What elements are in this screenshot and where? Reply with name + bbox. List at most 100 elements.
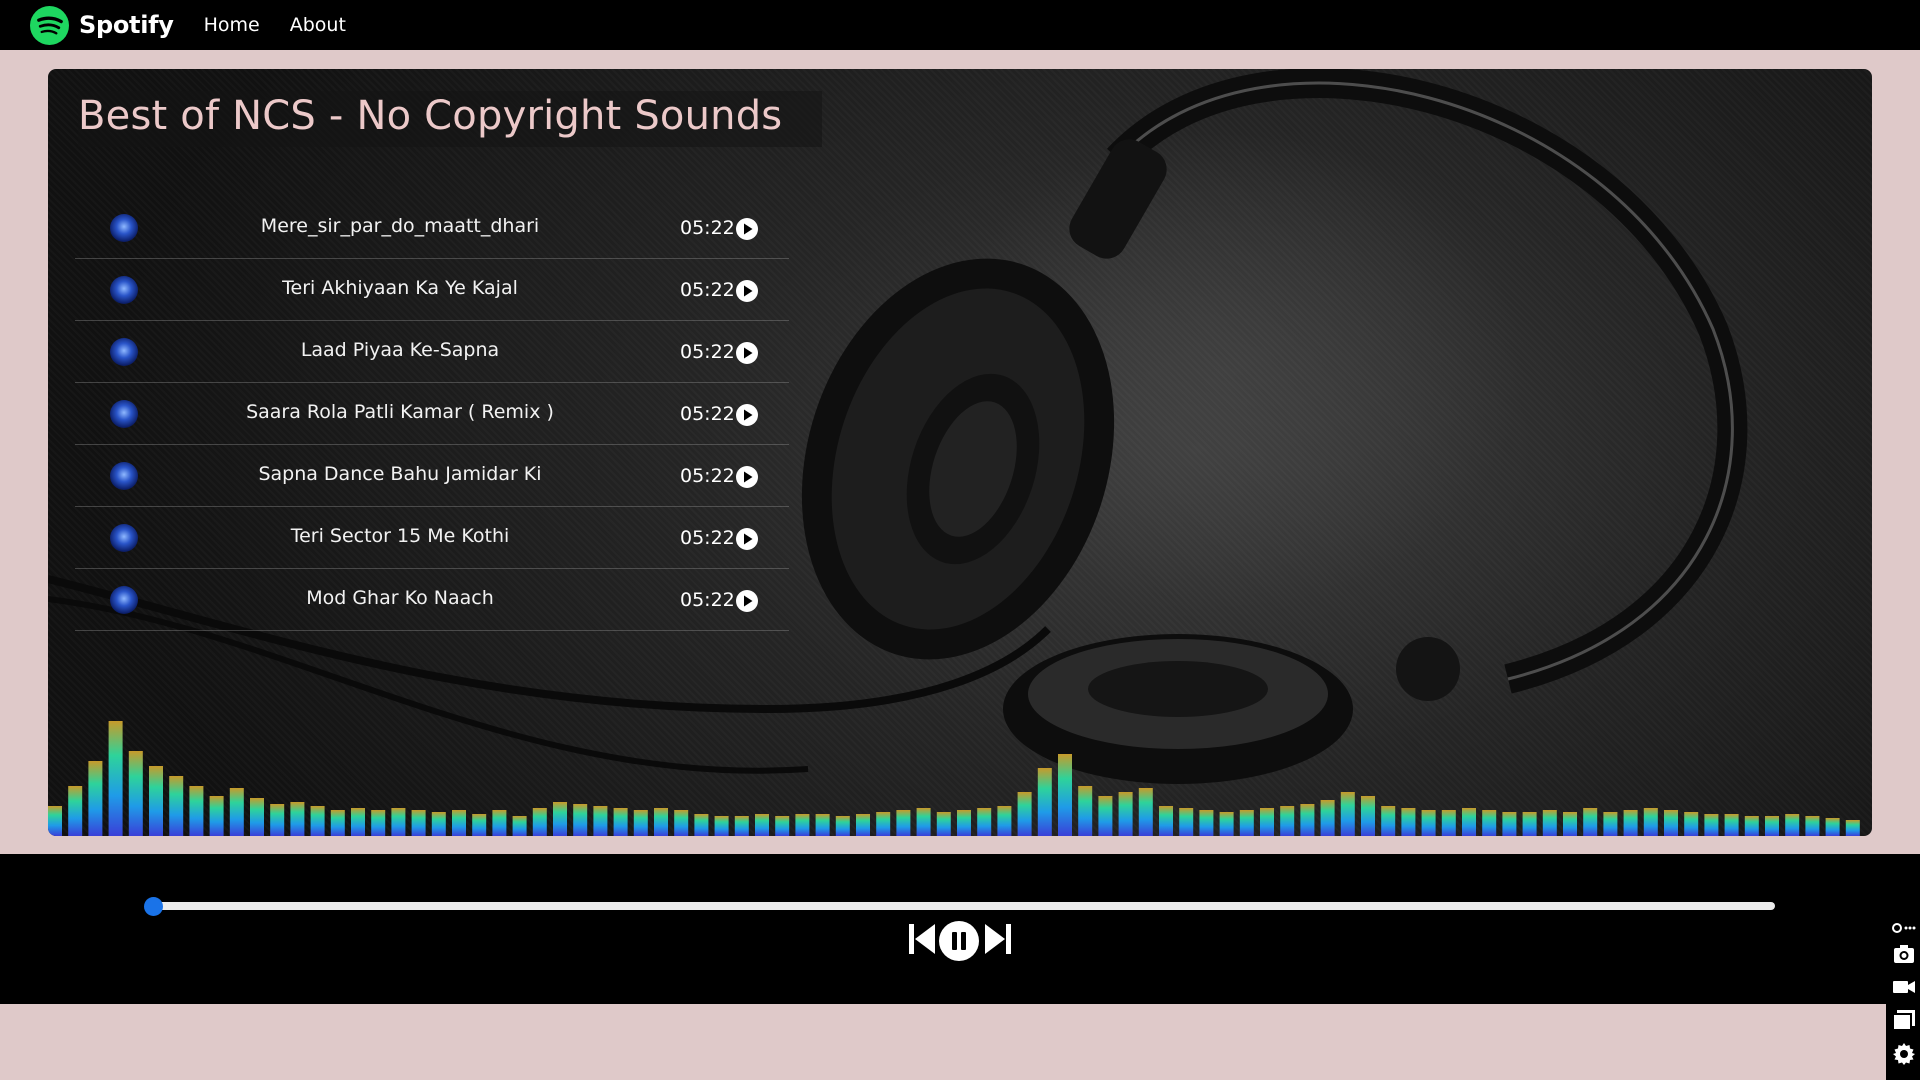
song-row[interactable]: Sapna Dance Bahu Jamidar Ki 05:22: [75, 445, 789, 507]
song-row[interactable]: Teri Akhiyaan Ka Ye Kajal 05:22: [75, 259, 789, 321]
player-bar: [0, 854, 1920, 1004]
visualizer-bar: [1664, 810, 1678, 836]
visualizer-bar: [957, 810, 971, 836]
visualizer-bar: [916, 808, 931, 836]
play-circle-icon[interactable]: [735, 279, 759, 303]
visualizer-bar: [452, 810, 466, 836]
seek-bar[interactable]: [153, 902, 1775, 910]
play-circle-icon[interactable]: [735, 527, 759, 551]
song-row[interactable]: Mere_sir_par_do_maatt_dhari 05:22: [75, 197, 789, 259]
visualizer-bar: [351, 808, 365, 836]
song-title: Sapna Dance Bahu Jamidar Ki: [258, 463, 542, 485]
visualizer-bar: [1845, 820, 1860, 836]
visualizer-bar: [1765, 816, 1779, 836]
visualizer-bar: [1401, 808, 1416, 836]
visualizer-bar: [431, 812, 446, 836]
visualizer-bar: [1320, 800, 1335, 836]
nav-link-home[interactable]: Home: [204, 14, 260, 36]
camera-icon[interactable]: [1892, 942, 1916, 966]
skip-previous-icon[interactable]: [908, 922, 936, 956]
visualizer-bar: [1179, 808, 1194, 836]
visualizer-bar: [1441, 810, 1456, 836]
song-row[interactable]: Saara Rola Patli Kamar ( Remix ) 05:22: [75, 383, 789, 445]
song-duration: 05:22: [680, 279, 735, 301]
visualizer-bar: [714, 816, 729, 836]
play-circle-icon[interactable]: [735, 217, 759, 241]
song-thumbnail-icon: [110, 462, 138, 490]
visualizer-bar: [1058, 754, 1072, 836]
visualizer-bar: [775, 816, 790, 836]
visualizer-bar: [1643, 808, 1658, 836]
play-circle-icon[interactable]: [735, 465, 759, 489]
visualizer-bar: [472, 814, 487, 836]
visualizer-bar: [1603, 812, 1618, 836]
song-thumbnail-icon: [110, 214, 138, 242]
visualizer-bar: [149, 766, 163, 836]
visualizer-bar: [896, 810, 911, 836]
visualizer-bar: [795, 814, 810, 836]
pause-circle-icon[interactable]: [938, 920, 980, 962]
song-thumbnail-icon: [110, 338, 138, 366]
visualizer-bar: [1138, 788, 1153, 836]
seek-bar-handle[interactable]: [144, 897, 163, 916]
nav-link-about[interactable]: About: [290, 14, 346, 36]
gear-icon[interactable]: [1892, 1042, 1916, 1066]
spotify-logo-icon: [30, 5, 69, 45]
play-circle-icon[interactable]: [735, 341, 759, 365]
song-title: Laad Piyaa Ke-Sapna: [300, 339, 500, 361]
song-row[interactable]: Teri Sector 15 Me Kothi 05:22: [75, 507, 789, 569]
visualizer-bar: [48, 806, 62, 836]
visualizer-bar: [593, 806, 608, 836]
visualizer-bar: [512, 816, 527, 836]
song-thumbnail-icon: [110, 400, 138, 428]
visualizer-bar: [977, 808, 992, 836]
visualizer-bar: [1825, 818, 1840, 836]
song-list[interactable]: Mere_sir_par_do_maatt_dhari 05:22 Teri A…: [75, 197, 789, 665]
visualizer-bar: [492, 810, 507, 836]
visualizer-bar: [88, 761, 103, 836]
visualizer-bar: [270, 804, 285, 836]
skip-next-icon[interactable]: [984, 922, 1012, 956]
visualizer-bar: [189, 786, 204, 836]
video-camera-icon[interactable]: [1892, 975, 1916, 999]
visualizer-bar: [654, 808, 668, 836]
visualizer-bar: [330, 810, 345, 836]
window-icon[interactable]: [1892, 1008, 1916, 1032]
visualizer-bar: [169, 776, 184, 836]
visualizer-bar: [613, 808, 628, 836]
song-row[interactable]: Mod Ghar Ko Naach 05:22: [75, 569, 789, 631]
visualizer-bar: [633, 810, 648, 836]
play-circle-icon[interactable]: [735, 589, 759, 613]
visualizer-bar: [1583, 808, 1598, 836]
visualizer-bar: [1623, 810, 1638, 836]
playlist-title: Best of NCS - No Copyright Sounds: [78, 91, 823, 147]
visualizer-bar: [250, 798, 264, 836]
brand-home-link[interactable]: Spotify: [30, 5, 174, 45]
visualizer-bar: [734, 816, 749, 836]
visualizer-bar: [290, 802, 305, 836]
visualizer-bar: [755, 814, 769, 836]
visualizer-bar: [674, 810, 689, 836]
visualizer-bar: [997, 806, 1012, 836]
visualizer-bar: [1280, 806, 1295, 836]
visualizer-bar: [1300, 804, 1315, 836]
song-thumbnail-icon: [110, 276, 138, 304]
visualizer-bar: [310, 806, 325, 836]
audio-visualizer: [48, 721, 1860, 836]
visualizer-bar: [815, 814, 830, 836]
visualizer-bar: [1098, 796, 1113, 836]
visualizer-bar: [1462, 808, 1476, 836]
visualizer-bar: [1785, 814, 1800, 836]
visualizer-bar: [1482, 810, 1497, 836]
song-title: Mod Ghar Ko Naach: [306, 587, 494, 609]
extension-icon[interactable]: [1892, 920, 1916, 936]
play-circle-icon[interactable]: [735, 403, 759, 427]
visualizer-bar: [1704, 814, 1719, 836]
song-title: Teri Sector 15 Me Kothi: [290, 525, 510, 547]
visualizer-bar: [128, 751, 143, 836]
song-duration: 05:22: [680, 217, 735, 239]
visualizer-bar: [1381, 806, 1396, 836]
song-row[interactable]: Laad Piyaa Ke-Sapna 05:22: [75, 321, 789, 383]
visualizer-bar: [1037, 768, 1052, 836]
song-duration: 05:22: [680, 465, 735, 487]
